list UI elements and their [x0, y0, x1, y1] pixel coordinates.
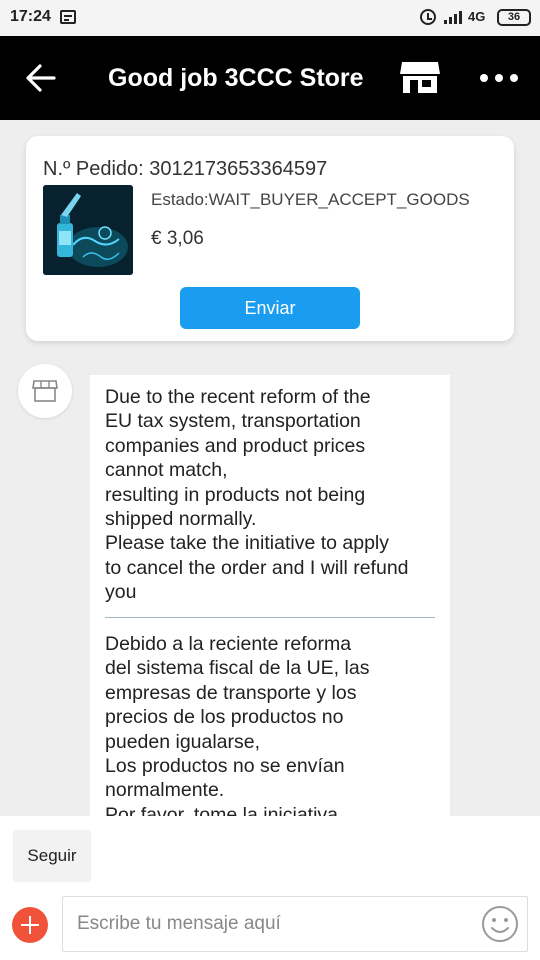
message-bubble: Due to the recent reform of the EU tax s… — [90, 375, 450, 816]
message-text-english: Due to the recent reform of the EU tax s… — [105, 386, 409, 604]
order-card: N.º Pedido: 3012173653364597 Estado:WAIT… — [26, 136, 514, 341]
message-input[interactable] — [62, 896, 528, 952]
alarm-icon — [420, 9, 436, 25]
chat-header: Good job 3CCC Store — [0, 36, 540, 120]
store-avatar[interactable] — [18, 364, 72, 418]
product-image[interactable] — [43, 185, 133, 275]
more-options-icon[interactable] — [480, 74, 518, 84]
order-number: N.º Pedido: 3012173653364597 — [43, 158, 328, 180]
store-title: Good job 3CCC Store — [108, 64, 364, 92]
emoji-icon[interactable] — [480, 904, 520, 944]
order-status: Estado:WAIT_BUYER_ACCEPT_GOODS — [151, 190, 470, 209]
store-avatar-icon — [32, 380, 58, 402]
message-divider — [105, 617, 435, 618]
status-time: 17:24 — [10, 8, 51, 25]
battery-indicator: 36 — [497, 9, 531, 26]
order-price: € 3,06 — [151, 228, 204, 249]
follow-button[interactable]: Seguir — [13, 830, 91, 882]
bottom-bar: Seguir — [0, 816, 540, 960]
back-arrow-icon[interactable] — [26, 64, 56, 92]
send-order-button[interactable]: Enviar — [180, 287, 360, 329]
status-bar: 17:24 4G 36 — [0, 0, 540, 36]
signal-icon — [444, 11, 466, 24]
plus-icon[interactable] — [12, 907, 48, 943]
network-type: 4G — [468, 9, 486, 24]
message-text-spanish: Debido a la reciente reforma del sistema… — [105, 633, 370, 816]
store-icon[interactable] — [400, 60, 440, 94]
calendar-notification-icon — [60, 10, 76, 24]
